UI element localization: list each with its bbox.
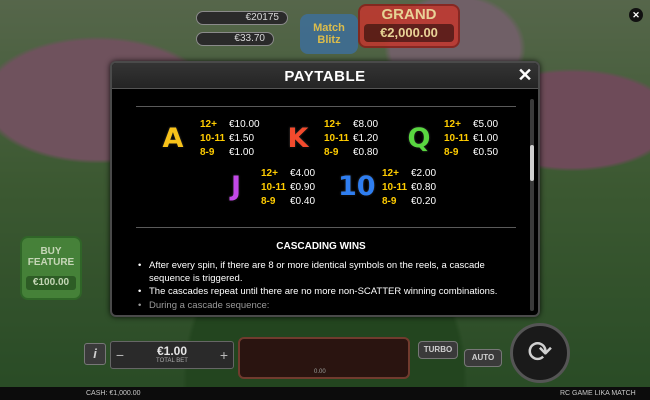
scrollbar[interactable] xyxy=(530,99,534,311)
control-bar: i − €1.00 TOTAL BET + 0.00 TURBO AUTO ⟳ xyxy=(0,323,650,387)
pay-count: 12+ xyxy=(324,119,341,130)
modal-title: PAYTABLE xyxy=(284,68,366,85)
pay-amount: €8.00 xyxy=(353,119,379,130)
pay-amount: €0.20 xyxy=(411,196,437,207)
bet-selector[interactable]: − €1.00 TOTAL BET + xyxy=(110,341,234,369)
grand-value: €2,000.00 xyxy=(364,24,454,42)
symbol-j-icon: J xyxy=(230,171,242,202)
pay-count: 8-9 xyxy=(261,196,276,207)
rule-item: After every spin, if there are 8 or more… xyxy=(138,260,518,285)
pay-count: 12+ xyxy=(200,119,217,130)
pay-count: 8-9 xyxy=(382,196,397,207)
spin-button[interactable]: ⟳ xyxy=(510,323,570,383)
symbol-k-pays: 12+ €8.00 10-11 €1.20 8-9 €0.80 xyxy=(324,118,394,162)
grand-jackpot: GRAND €2,000.00 xyxy=(358,4,460,48)
pay-count: 10-11 xyxy=(200,133,226,144)
symbol-a-pays: 12+ €10.00 10-11 €1.50 8-9 €1.00 xyxy=(200,118,270,162)
rule-item: During a cascade sequence: xyxy=(138,300,518,313)
pay-amount: €1.50 xyxy=(229,133,255,144)
bet-label: TOTAL BET xyxy=(156,358,188,364)
rules-list: After every spin, if there are 8 or more… xyxy=(138,260,518,313)
pay-count: 10-11 xyxy=(444,133,470,144)
win-display-value: 0.00 xyxy=(314,369,326,375)
symbol-10-pays: 12+ €2.00 10-11 €0.80 8-9 €0.20 xyxy=(382,167,452,211)
divider xyxy=(136,227,516,228)
buy-feature-line1: BUY xyxy=(40,246,62,257)
buy-feature-price: €100.00 xyxy=(26,276,76,290)
symbol-a-icon: A xyxy=(162,123,184,154)
symbol-10-icon: 10 xyxy=(338,171,376,202)
divider xyxy=(136,106,516,107)
pay-amount: €0.80 xyxy=(411,182,437,193)
pay-amount: €1.00 xyxy=(473,133,499,144)
win-display: 0.00 xyxy=(238,337,410,379)
pay-amount: €0.50 xyxy=(473,147,499,158)
section-title: CASCADING WINS xyxy=(276,241,366,252)
scrollbar-thumb[interactable] xyxy=(530,145,534,181)
info-icon[interactable]: i xyxy=(84,343,106,365)
close-icon[interactable]: ✕ xyxy=(517,66,533,84)
bet-increase-button[interactable]: + xyxy=(217,346,231,364)
pay-amount: €2.00 xyxy=(411,168,437,179)
symbol-q-pays: 12+ €5.00 10-11 €1.00 8-9 €0.50 xyxy=(444,118,514,162)
balance-pill-1: €20175 xyxy=(196,11,288,25)
game-logo: Match Blitz xyxy=(300,14,358,54)
close-icon[interactable]: ✕ xyxy=(629,8,643,22)
pay-amount: €5.00 xyxy=(473,119,499,130)
modal-header: PAYTABLE ✕ xyxy=(112,63,538,89)
bet-decrease-button[interactable]: − xyxy=(113,346,127,364)
pay-amount: €1.00 xyxy=(229,147,255,158)
pay-count: 12+ xyxy=(444,119,461,130)
pay-count: 10-11 xyxy=(261,182,287,193)
paytable-content: A 12+ €10.00 10-11 €1.50 8-9 €1.00 K 12+… xyxy=(112,90,530,315)
pay-count: 10-11 xyxy=(324,133,350,144)
pay-count: 10-11 xyxy=(382,182,408,193)
pay-count: 12+ xyxy=(261,168,278,179)
pay-amount: €0.80 xyxy=(353,147,379,158)
pay-amount: €10.00 xyxy=(229,119,260,130)
buy-feature-line2: FEATURE xyxy=(27,257,75,268)
symbol-j-pays: 12+ €4.00 10-11 €0.90 8-9 €0.40 xyxy=(261,167,331,211)
turbo-button[interactable]: TURBO xyxy=(418,341,458,359)
pay-amount: €0.40 xyxy=(290,196,316,207)
game-name: RC GAME LIKA MATCH xyxy=(560,390,636,397)
pay-amount: €1.20 xyxy=(353,133,379,144)
buy-feature-button[interactable]: BUY FEATURE €100.00 xyxy=(20,236,82,300)
status-bar: CASH: €1,000.00 RC GAME LIKA MATCH xyxy=(0,387,650,400)
spin-arrows-icon: ⟳ xyxy=(527,336,553,369)
grand-label: GRAND xyxy=(381,6,437,23)
pay-amount: €0.90 xyxy=(290,182,316,193)
bet-value: €1.00 xyxy=(156,344,188,358)
auto-button[interactable]: AUTO xyxy=(464,349,502,367)
balance-pill-2: €33.70 xyxy=(196,32,274,46)
symbol-q-icon: Q xyxy=(407,123,431,154)
pay-count: 12+ xyxy=(382,168,399,179)
pay-count: 8-9 xyxy=(444,147,459,158)
pay-amount: €4.00 xyxy=(290,168,316,179)
pay-count: 8-9 xyxy=(200,147,215,158)
symbol-k-icon: K xyxy=(287,123,309,154)
paytable-modal: PAYTABLE ✕ A 12+ €10.00 10-11 €1.50 8-9 … xyxy=(110,61,540,317)
pay-count: 8-9 xyxy=(324,147,339,158)
cash-balance: CASH: €1,000.00 xyxy=(86,390,141,397)
rule-item: The cascades repeat until there are no m… xyxy=(138,286,518,299)
